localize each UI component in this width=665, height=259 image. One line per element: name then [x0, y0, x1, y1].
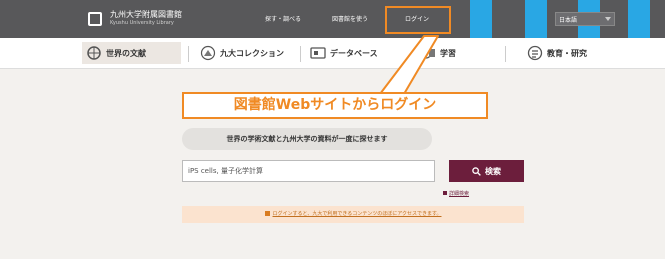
search-heading: 世界の学術文献と九州大学の資料が一度に探せます	[182, 128, 432, 150]
search-button[interactable]: 検索	[449, 160, 524, 182]
search-button-label: 検索	[485, 166, 501, 176]
advanced-search-link[interactable]: 詳細検索	[449, 190, 469, 197]
search-input[interactable]: iPS cells, 量子化学計算	[182, 160, 435, 182]
bullet-icon	[443, 191, 447, 195]
search-icon	[472, 166, 481, 176]
notice-text: ログインすると、九大で利用できるコンテンツのほぼにアクセスできます。	[272, 211, 442, 217]
login-callout: 図書館Webサイトからログイン	[182, 92, 488, 119]
lock-icon	[264, 211, 270, 216]
login-notice[interactable]: ログインすると、九大で利用できるコンテンツのほぼにアクセスできます。	[182, 206, 524, 223]
